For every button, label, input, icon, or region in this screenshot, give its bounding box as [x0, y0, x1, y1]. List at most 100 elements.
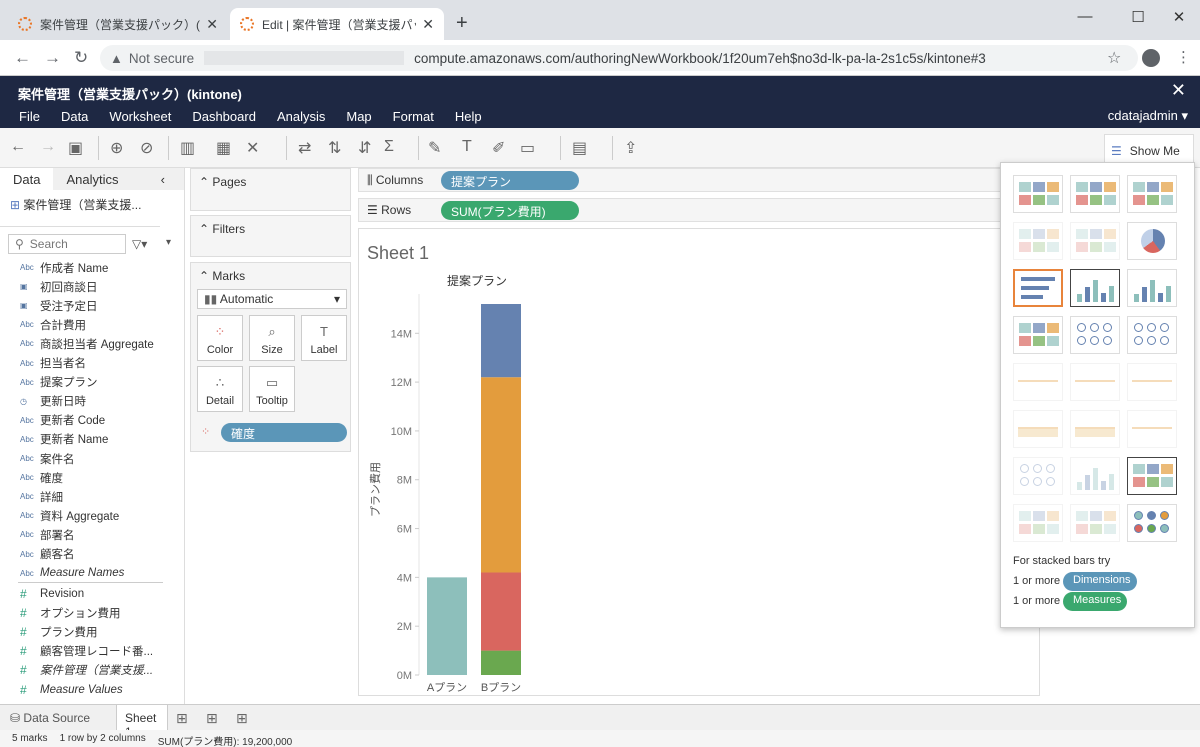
- menu-data[interactable]: Data: [61, 109, 88, 124]
- fit-icon[interactable]: ▭: [520, 138, 535, 158]
- redo-icon[interactable]: →: [40, 138, 56, 156]
- close-tab-icon[interactable]: ✕: [206, 16, 218, 33]
- measure-field[interactable]: # Measure Values: [0, 680, 185, 699]
- dimension-field[interactable]: Abc 詳細: [0, 487, 185, 506]
- dimension-field[interactable]: Abc 提案プラン: [0, 373, 185, 392]
- menu-analysis[interactable]: Analysis: [277, 109, 325, 124]
- share-icon[interactable]: ⇪: [624, 138, 637, 158]
- color-pill[interactable]: 確度: [221, 423, 347, 442]
- pause-updates-icon[interactable]: ⊘: [140, 138, 153, 158]
- gantt-chart-icon[interactable]: [1013, 504, 1063, 542]
- tab-analytics[interactable]: Analytics ‹: [53, 168, 184, 190]
- dimension-field[interactable]: Abc 案件名: [0, 449, 185, 468]
- dual-combination-icon[interactable]: [1127, 410, 1177, 448]
- bullet-graph-icon[interactable]: [1070, 504, 1120, 542]
- browser-tab-2[interactable]: Edit | 案件管理（営業支援パック ✕: [230, 8, 444, 40]
- mark-type-select[interactable]: ▮▮ Automatic ▾: [197, 289, 347, 309]
- label-button[interactable]: T Label: [301, 315, 347, 361]
- side-by-side-circles-icon[interactable]: [1127, 316, 1177, 354]
- new-worksheet-icon[interactable]: ▥: [180, 138, 195, 158]
- close-tab-icon[interactable]: ✕: [422, 16, 434, 33]
- user-menu[interactable]: cdatajadmin ▾: [1108, 108, 1188, 124]
- dimension-field[interactable]: Abc Measure Names: [0, 564, 185, 583]
- measure-field[interactable]: # Revision: [0, 584, 185, 603]
- sheet-tab[interactable]: Sheet 1: [116, 705, 168, 739]
- menu-dashboard[interactable]: Dashboard: [192, 109, 256, 124]
- lines-continuous-icon[interactable]: [1013, 363, 1063, 401]
- datasource-item[interactable]: ⊞ 案件管理（営業支援...: [0, 190, 184, 219]
- minimize-icon[interactable]: —: [1070, 8, 1100, 25]
- menu-file[interactable]: File: [19, 109, 40, 124]
- totals-icon[interactable]: Σ: [384, 138, 394, 156]
- detail-button[interactable]: ∴ Detail: [197, 366, 243, 412]
- collapse-pane-icon[interactable]: ‹: [161, 172, 165, 187]
- url-bar[interactable]: ▲ Not secure compute.amazonaws.com/autho…: [100, 45, 1138, 71]
- pane-menu-icon[interactable]: ▾: [166, 237, 171, 248]
- forward-icon[interactable]: →: [44, 48, 61, 68]
- collapse-icon[interactable]: ⌃: [199, 175, 209, 189]
- dual-lines-icon[interactable]: [1127, 363, 1177, 401]
- close-workbook-icon[interactable]: ✕: [1171, 80, 1186, 101]
- menu-format[interactable]: Format: [393, 109, 434, 124]
- dimension-field[interactable]: ▣ 初回商談日: [0, 277, 185, 296]
- collapse-icon[interactable]: ⌃: [199, 269, 209, 283]
- box-whisker-icon[interactable]: [1127, 457, 1177, 495]
- dimension-field[interactable]: Abc 担当者名: [0, 354, 185, 373]
- profile-avatar[interactable]: [1142, 49, 1160, 67]
- columns-pill[interactable]: 提案プラン: [441, 171, 579, 190]
- menu-worksheet[interactable]: Worksheet: [109, 109, 171, 124]
- sort-descending-icon[interactable]: ⇵: [358, 138, 371, 158]
- measure-field[interactable]: # 案件管理（営業支援...: [0, 661, 185, 680]
- horizontal-bars-icon[interactable]: [1013, 269, 1063, 307]
- measure-field[interactable]: # 顧客管理レコード番...: [0, 642, 185, 661]
- collapse-icon[interactable]: ⌃: [199, 222, 209, 236]
- duplicate-sheet-icon[interactable]: ▦: [216, 138, 231, 158]
- text-table-icon[interactable]: [1013, 175, 1063, 213]
- new-story-icon[interactable]: ⊞: [236, 710, 248, 727]
- stacked-bars-icon[interactable]: [1070, 269, 1120, 307]
- rows-pill[interactable]: SUM(プラン費用): [441, 201, 579, 220]
- dimension-field[interactable]: Abc 更新者 Code: [0, 411, 185, 430]
- filled-map-icon[interactable]: [1070, 222, 1120, 260]
- menu-help[interactable]: Help: [455, 109, 482, 124]
- new-dashboard-icon[interactable]: ⊞: [206, 710, 218, 727]
- circle-views-icon[interactable]: [1070, 316, 1120, 354]
- window-close-icon[interactable]: ✕: [1164, 8, 1194, 26]
- packed-bubbles-icon[interactable]: [1127, 504, 1177, 542]
- format-icon[interactable]: ✐: [492, 138, 505, 158]
- area-continuous-icon[interactable]: [1013, 410, 1063, 448]
- field-search-input[interactable]: ⚲ Search: [8, 234, 126, 254]
- new-tab-icon[interactable]: +: [456, 12, 468, 35]
- data-source-tab[interactable]: ⛁ Data Source: [10, 711, 90, 725]
- dimension-field[interactable]: Abc 作成者 Name: [0, 258, 185, 277]
- new-datasource-icon[interactable]: ⊕: [110, 138, 123, 158]
- filter-fields-icon[interactable]: ▽▾: [132, 237, 147, 251]
- dimension-field[interactable]: Abc 部署名: [0, 525, 185, 544]
- reload-icon[interactable]: ↻: [74, 48, 88, 68]
- measure-field[interactable]: # オプション費用: [0, 603, 185, 622]
- treemap-icon[interactable]: [1013, 316, 1063, 354]
- size-button[interactable]: ⌕ Size: [249, 315, 295, 361]
- histogram-icon[interactable]: [1070, 457, 1120, 495]
- area-discrete-icon[interactable]: [1070, 410, 1120, 448]
- dimension-field[interactable]: Abc 資料 Aggregate: [0, 506, 185, 525]
- clear-sheet-icon[interactable]: ✕: [246, 138, 259, 158]
- dimension-field[interactable]: Abc 商談担当者 Aggregate: [0, 334, 185, 353]
- highlight-table-icon[interactable]: [1127, 175, 1177, 213]
- sort-ascending-icon[interactable]: ⇅: [328, 138, 341, 158]
- dimension-field[interactable]: ◷ 更新日時: [0, 392, 185, 411]
- maximize-icon[interactable]: ☐: [1123, 8, 1153, 26]
- dimension-field[interactable]: ▣ 受注予定日: [0, 296, 185, 315]
- tab-data[interactable]: Data: [0, 168, 54, 190]
- browser-tab-1[interactable]: 案件管理（営業支援パック）(kint ✕: [8, 8, 228, 40]
- scatter-plot-icon[interactable]: [1013, 457, 1063, 495]
- show-labels-icon[interactable]: T: [462, 138, 472, 156]
- pie-chart-icon[interactable]: [1127, 222, 1177, 260]
- dimension-field[interactable]: Abc 更新者 Name: [0, 430, 185, 449]
- lines-discrete-icon[interactable]: [1070, 363, 1120, 401]
- dimension-field[interactable]: Abc 確度: [0, 468, 185, 487]
- symbol-map-icon[interactable]: [1013, 222, 1063, 260]
- color-button[interactable]: ⁘ Color: [197, 315, 243, 361]
- measure-field[interactable]: # プラン費用: [0, 622, 185, 641]
- save-icon[interactable]: ▣: [68, 138, 83, 158]
